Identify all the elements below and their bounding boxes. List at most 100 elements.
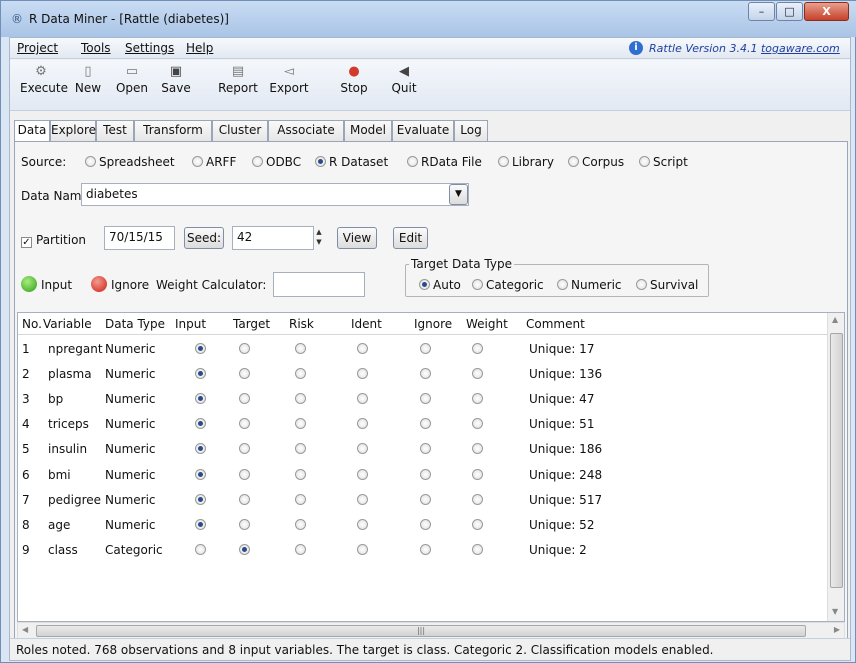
seed-button[interactable]: Seed: bbox=[184, 227, 224, 249]
role-weight-radio[interactable] bbox=[472, 343, 483, 354]
source-rdatafile-radio[interactable]: RData File bbox=[407, 155, 482, 169]
horizontal-scrollbar[interactable]: ◀ ||| ▶ bbox=[17, 622, 845, 639]
close-button[interactable]: X bbox=[804, 2, 849, 21]
role-input-radio[interactable] bbox=[195, 518, 206, 530]
partition-input[interactable]: 70/15/15 bbox=[104, 226, 175, 250]
role-input-radio[interactable] bbox=[195, 543, 206, 555]
role-target-radio[interactable] bbox=[239, 393, 250, 405]
view-button[interactable]: View bbox=[337, 227, 377, 249]
maximize-button[interactable]: □ bbox=[776, 2, 803, 21]
source-library-radio[interactable]: Library bbox=[498, 155, 554, 169]
role-input-radio[interactable] bbox=[195, 443, 206, 455]
source-arff-radio[interactable]: ARFF bbox=[192, 155, 236, 169]
role-ignore-radio[interactable] bbox=[420, 493, 431, 505]
tab-model[interactable]: Model bbox=[344, 120, 392, 141]
role-ident-radio[interactable] bbox=[357, 493, 368, 505]
seed-spinner-arrows[interactable]: ▲ ▼ bbox=[314, 227, 324, 249]
source-script-radio[interactable]: Script bbox=[639, 155, 688, 169]
target-categoric-radio[interactable]: Categoric bbox=[472, 278, 544, 292]
role-target-radio[interactable] bbox=[239, 493, 250, 505]
role-input-radio[interactable] bbox=[195, 343, 206, 354]
role-target-radio[interactable] bbox=[239, 443, 250, 455]
target-survival-radio[interactable]: Survival bbox=[636, 278, 698, 292]
tab-transform[interactable]: Transform bbox=[134, 120, 212, 141]
role-ignore-radio[interactable] bbox=[420, 343, 431, 354]
role-weight-radio[interactable] bbox=[472, 368, 483, 380]
weight-calculator-input[interactable] bbox=[273, 272, 365, 297]
source-odbc-radio[interactable]: ODBC bbox=[252, 155, 301, 169]
role-ident-radio[interactable] bbox=[357, 518, 368, 530]
tab-associate[interactable]: Associate bbox=[268, 120, 344, 141]
role-weight-radio[interactable] bbox=[472, 418, 483, 430]
role-target-radio[interactable] bbox=[239, 418, 250, 430]
role-ident-radio[interactable] bbox=[357, 443, 368, 455]
role-weight-radio[interactable] bbox=[472, 543, 483, 555]
seed-spinbox[interactable]: 42 bbox=[232, 226, 314, 250]
role-risk-radio[interactable] bbox=[295, 393, 306, 405]
stop-button[interactable]: ● Stop bbox=[337, 63, 371, 95]
role-ignore-radio[interactable] bbox=[420, 518, 431, 530]
target-auto-radio[interactable]: Auto bbox=[419, 278, 461, 292]
role-weight-radio[interactable] bbox=[472, 393, 483, 405]
tab-data[interactable]: Data bbox=[14, 120, 50, 142]
target-numeric-radio[interactable]: Numeric bbox=[557, 278, 622, 292]
role-target-radio[interactable] bbox=[239, 468, 250, 480]
export-button[interactable]: ◅ Export bbox=[266, 63, 312, 95]
role-target-radio[interactable] bbox=[239, 343, 250, 354]
tab-log[interactable]: Log bbox=[454, 120, 488, 141]
tab-evaluate[interactable]: Evaluate bbox=[392, 120, 454, 141]
role-target-radio[interactable] bbox=[239, 368, 250, 380]
role-risk-radio[interactable] bbox=[295, 493, 306, 505]
role-weight-radio[interactable] bbox=[472, 493, 483, 505]
horizontal-scroll-thumb[interactable]: ||| bbox=[36, 625, 806, 637]
role-risk-radio[interactable] bbox=[295, 468, 306, 480]
vertical-scrollbar[interactable]: ▲ ▼ bbox=[827, 313, 844, 621]
role-risk-radio[interactable] bbox=[295, 543, 306, 555]
menu-help[interactable]: Help bbox=[186, 41, 213, 55]
role-ident-radio[interactable] bbox=[357, 543, 368, 555]
role-ignore-radio[interactable] bbox=[420, 443, 431, 455]
role-ignore-radio[interactable] bbox=[420, 393, 431, 405]
role-ident-radio[interactable] bbox=[357, 393, 368, 405]
role-input-radio[interactable] bbox=[195, 393, 206, 405]
role-ident-radio[interactable] bbox=[357, 468, 368, 480]
role-input-radio[interactable] bbox=[195, 418, 206, 430]
role-ignore-radio[interactable] bbox=[420, 468, 431, 480]
menu-project[interactable]: Project bbox=[17, 41, 58, 55]
role-ignore-radio[interactable] bbox=[420, 368, 431, 380]
execute-button[interactable]: ⚙ Execute bbox=[20, 63, 68, 95]
role-weight-radio[interactable] bbox=[472, 468, 483, 480]
tab-test[interactable]: Test bbox=[96, 120, 134, 141]
role-ident-radio[interactable] bbox=[357, 368, 368, 380]
source-spreadsheet-radio[interactable]: Spreadsheet bbox=[85, 155, 175, 169]
role-input-radio[interactable] bbox=[195, 368, 206, 380]
tab-cluster[interactable]: Cluster bbox=[212, 120, 268, 141]
menu-tools[interactable]: Tools bbox=[81, 41, 111, 55]
role-ignore-radio[interactable] bbox=[420, 418, 431, 430]
quit-button[interactable]: ◀ Quit bbox=[387, 63, 421, 95]
open-button[interactable]: ▭ Open bbox=[112, 63, 152, 95]
save-button[interactable]: ▣ Save bbox=[158, 63, 194, 95]
new-button[interactable]: ▯ New bbox=[70, 63, 106, 95]
source-corpus-radio[interactable]: Corpus bbox=[568, 155, 624, 169]
minimize-button[interactable]: – bbox=[748, 2, 775, 21]
role-target-radio[interactable] bbox=[239, 543, 250, 555]
role-risk-radio[interactable] bbox=[295, 343, 306, 354]
role-target-radio[interactable] bbox=[239, 518, 250, 530]
source-rdataset-radio[interactable]: R Dataset bbox=[315, 155, 388, 169]
role-risk-radio[interactable] bbox=[295, 418, 306, 430]
role-risk-radio[interactable] bbox=[295, 518, 306, 530]
role-ident-radio[interactable] bbox=[357, 343, 368, 354]
togaware-link[interactable]: togaware.com bbox=[761, 42, 840, 55]
menu-settings[interactable]: Settings bbox=[125, 41, 174, 55]
role-weight-radio[interactable] bbox=[472, 443, 483, 455]
edit-button[interactable]: Edit bbox=[393, 227, 428, 249]
role-ident-radio[interactable] bbox=[357, 418, 368, 430]
data-name-combo[interactable]: diabetes bbox=[81, 183, 469, 206]
role-input-radio[interactable] bbox=[195, 493, 206, 505]
role-weight-radio[interactable] bbox=[472, 518, 483, 530]
partition-checkbox[interactable]: ✓ Partition bbox=[21, 233, 86, 248]
role-ignore-radio[interactable] bbox=[420, 543, 431, 555]
chevron-down-icon[interactable]: ▼ bbox=[449, 184, 468, 205]
tab-explore[interactable]: Explore bbox=[50, 120, 96, 141]
